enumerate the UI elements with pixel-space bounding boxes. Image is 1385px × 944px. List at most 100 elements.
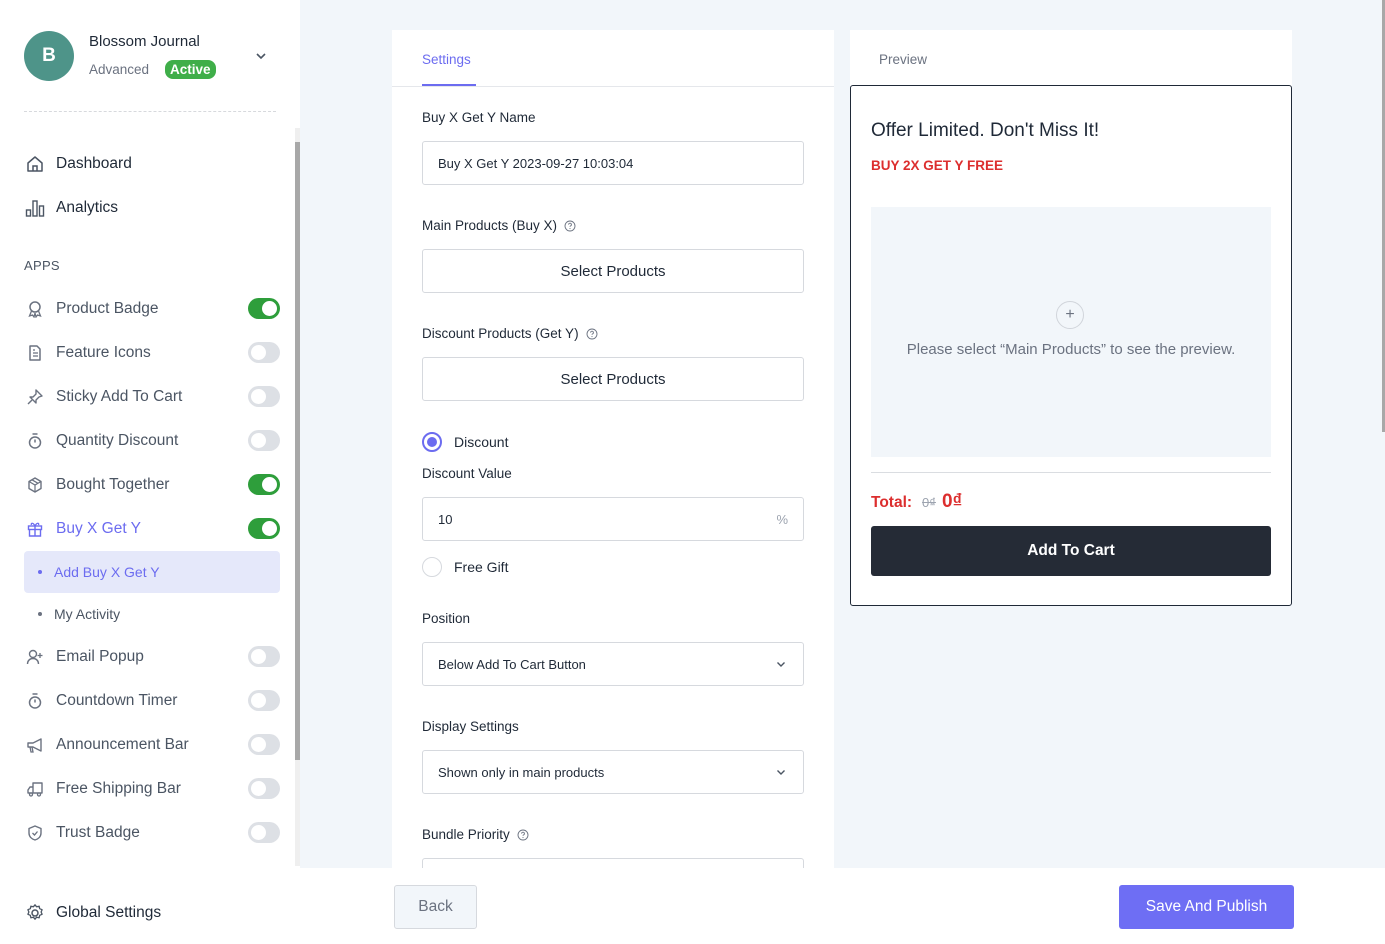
account-switcher[interactable]: B Blossom Journal Advanced Active — [24, 31, 276, 81]
sidebar-item-label: Free Shipping Bar — [56, 780, 181, 797]
discount-products-label-text: Discount Products (Get Y) — [422, 326, 579, 341]
discount-value-input[interactable]: 10 % — [422, 497, 804, 541]
sidebar-item-free-shipping-bar[interactable]: Free Shipping Bar — [24, 777, 280, 801]
preview-hint: Please select “Main Products” to see the… — [906, 341, 1236, 358]
help-icon[interactable] — [517, 829, 529, 841]
announcement-bar-toggle[interactable] — [248, 734, 280, 755]
save-and-publish-button[interactable]: Save And Publish — [1119, 885, 1294, 929]
original-price: 0₫ — [922, 495, 936, 510]
sidebar-item-product-badge[interactable]: Product Badge — [24, 297, 280, 321]
bundle-priority-label-text: Bundle Priority — [422, 827, 510, 842]
sidebar-item-label: Dashboard — [56, 155, 132, 172]
free-gift-radio-option[interactable]: Free Gift — [422, 557, 508, 577]
tab-settings[interactable]: Settings — [422, 52, 471, 67]
avatar: B — [24, 31, 74, 81]
sidebar-item-label: Global Settings — [56, 904, 162, 921]
sidebar-item-label: Analytics — [56, 199, 119, 216]
add-to-cart-button[interactable]: Add To Cart — [871, 526, 1271, 576]
quantity-discount-toggle[interactable] — [248, 430, 280, 451]
sidebar-item-label: Announcement Bar — [56, 736, 189, 753]
file-text-icon — [24, 342, 46, 364]
sidebar-item-label: Trust Badge — [56, 824, 140, 841]
select-main-products-button[interactable]: Select Products — [422, 249, 804, 293]
name-input[interactable]: Buy X Get Y 2023-09-27 10:03:04 — [422, 141, 804, 185]
apps-heading: APPS — [24, 258, 60, 273]
sidebar-item-feature-icons[interactable]: Feature Icons — [24, 341, 280, 365]
gift-icon — [24, 518, 46, 540]
divider — [24, 111, 276, 112]
sticky-add-to-cart-toggle[interactable] — [248, 386, 280, 407]
help-icon[interactable] — [586, 328, 598, 340]
divider — [871, 472, 1271, 473]
account-plan: Advanced — [89, 62, 150, 77]
discount-products-label: Discount Products (Get Y) — [422, 326, 598, 341]
sidebar-subitem-label: Add Buy X Get Y — [54, 564, 160, 580]
divider — [392, 86, 834, 87]
chevron-down-icon[interactable] — [254, 51, 268, 61]
settings-panel: Settings Buy X Get Y Name Buy X Get Y 20… — [392, 30, 834, 868]
preview-total: Total: 0₫ 0₫ — [871, 491, 962, 513]
sidebar-subitem-add-buy-x-get-y[interactable]: Add Buy X Get Y — [24, 551, 280, 593]
total-label: Total: — [871, 494, 913, 511]
sidebar-item-dashboard[interactable]: Dashboard — [24, 152, 132, 176]
status-badge: Active — [165, 60, 216, 79]
preview-header: Preview — [850, 30, 1292, 86]
sidebar-item-quantity-discount[interactable]: Quantity Discount — [24, 429, 280, 453]
sidebar-item-announcement-bar[interactable]: Announcement Bar — [24, 733, 280, 757]
name-label: Buy X Get Y Name — [422, 110, 536, 125]
free-shipping-bar-toggle[interactable] — [248, 778, 280, 799]
bullet-icon — [38, 570, 42, 574]
sidebar-item-label: Countdown Timer — [56, 692, 178, 709]
discount-radio-label: Discount — [454, 434, 509, 450]
shield-check-icon — [24, 822, 46, 844]
sidebar-item-analytics[interactable]: Analytics — [24, 196, 118, 220]
stopwatch-icon — [24, 430, 46, 452]
sidebar-item-sticky-add-to-cart[interactable]: Sticky Add To Cart — [24, 385, 280, 409]
sidebar-item-label: Quantity Discount — [56, 432, 179, 449]
bought-together-toggle[interactable] — [248, 474, 280, 495]
pin-icon — [24, 386, 46, 408]
free-gift-radio-label: Free Gift — [454, 559, 509, 575]
sidebar-item-global-settings[interactable]: Global Settings — [24, 901, 161, 925]
plus-icon[interactable]: + — [1056, 301, 1084, 329]
display-settings-select[interactable]: Shown only in main products — [422, 750, 804, 794]
discounted-price: 0₫ — [941, 491, 963, 512]
sidebar-item-buy-x-get-y[interactable]: Buy X Get Y — [24, 517, 280, 541]
email-popup-toggle[interactable] — [248, 646, 280, 667]
position-label: Position — [422, 611, 471, 626]
countdown-timer-toggle[interactable] — [248, 690, 280, 711]
discount-radio-option[interactable]: Discount — [422, 432, 508, 452]
position-select-value: Below Add To Cart Button — [438, 656, 586, 672]
preview-placeholder: + Please select “Main Products” to see t… — [871, 207, 1271, 457]
position-select[interactable]: Below Add To Cart Button — [422, 642, 804, 686]
sidebar-item-email-popup[interactable]: Email Popup — [24, 645, 280, 669]
product-badge-toggle[interactable] — [248, 298, 280, 319]
help-icon[interactable] — [564, 220, 576, 232]
gear-icon — [24, 902, 46, 924]
preview-widget: Offer Limited. Don't Miss It! BUY 2X GET… — [850, 85, 1292, 606]
bullet-icon — [38, 612, 42, 616]
sidebar-item-label: Email Popup — [56, 648, 144, 665]
back-button[interactable]: Back — [394, 885, 477, 929]
free-gift-radio[interactable] — [422, 557, 442, 577]
sidebar-item-bought-together[interactable]: Bought Together — [24, 473, 280, 497]
discount-value: 10 — [438, 511, 453, 527]
select-discount-products-button[interactable]: Select Products — [422, 357, 804, 401]
buy-x-get-y-toggle[interactable] — [248, 518, 280, 539]
sidebar-item-countdown-timer[interactable]: Countdown Timer — [24, 689, 280, 713]
box-icon — [24, 474, 46, 496]
feature-icons-toggle[interactable] — [248, 342, 280, 363]
bar-chart-icon — [24, 197, 46, 219]
sidebar-scrollbar-thumb[interactable] — [295, 142, 300, 760]
sidebar-subitem-my-activity[interactable]: My Activity — [24, 593, 280, 635]
trust-badge-toggle[interactable] — [248, 822, 280, 843]
truck-icon — [24, 778, 46, 800]
display-settings-label: Display Settings — [422, 719, 519, 734]
discount-radio[interactable] — [422, 432, 442, 452]
chevron-down-icon — [777, 661, 785, 667]
sidebar: B Blossom Journal Advanced Active Dashbo… — [0, 0, 300, 944]
bundle-priority-input[interactable] — [422, 858, 804, 868]
sidebar-item-trust-badge[interactable]: Trust Badge — [24, 821, 280, 845]
tab-preview[interactable]: Preview — [879, 52, 927, 67]
sidebar-item-label: Product Badge — [56, 300, 159, 317]
